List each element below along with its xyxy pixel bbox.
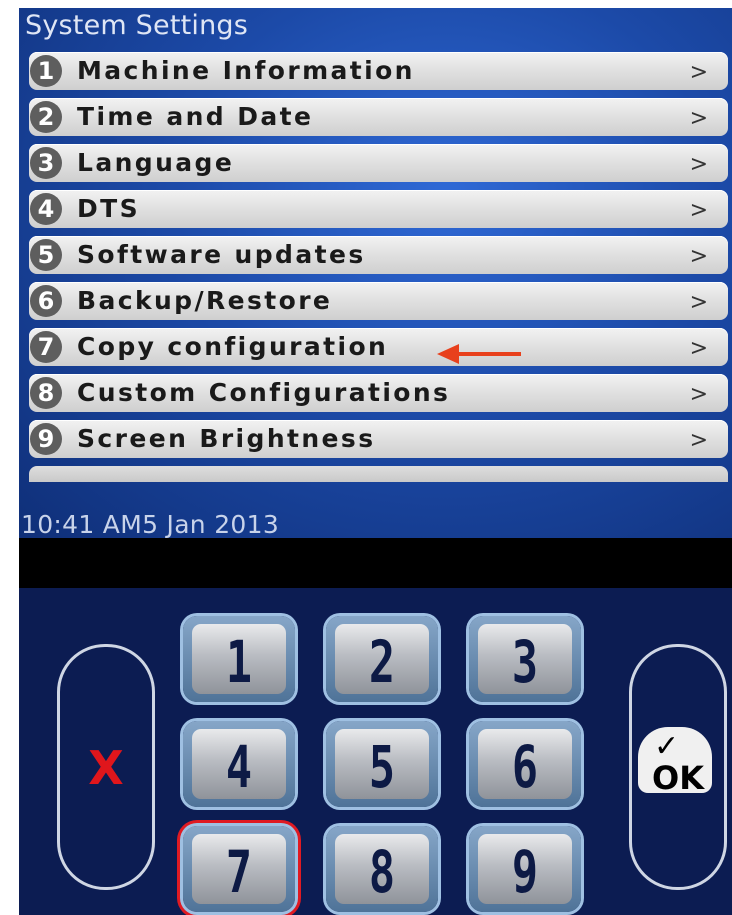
menu-item-backup-restore[interactable]: 6 Backup/Restore > bbox=[29, 282, 728, 320]
chevron-right-icon: > bbox=[689, 244, 708, 269]
key-digit: 9 bbox=[511, 838, 539, 906]
menu-item-time-and-date[interactable]: 2 Time and Date > bbox=[29, 98, 728, 136]
key-digit: 1 bbox=[225, 628, 253, 696]
chevron-right-icon: > bbox=[689, 152, 708, 177]
menu-item-label: Copy configuration bbox=[77, 332, 389, 361]
number-badge: 5 bbox=[30, 239, 62, 271]
key-3[interactable]: 3 bbox=[469, 616, 581, 702]
menu-item-label: Custom Configurations bbox=[77, 378, 451, 407]
menu-item-machine-information[interactable]: 1 Machine Information > bbox=[29, 52, 728, 90]
number-badge: 2 bbox=[30, 101, 62, 133]
key-digit: 4 bbox=[225, 733, 253, 801]
chevron-right-icon: > bbox=[689, 106, 708, 131]
menu-item-partial[interactable] bbox=[29, 466, 728, 482]
key-digit: 5 bbox=[368, 733, 396, 801]
settings-menu: 1 Machine Information > 2 Time and Date … bbox=[29, 52, 728, 466]
key-9[interactable]: 9 bbox=[469, 826, 581, 912]
menu-item-custom-configurations[interactable]: 8 Custom Configurations > bbox=[29, 374, 728, 412]
menu-item-label: Screen Brightness bbox=[77, 424, 376, 453]
number-badge: 1 bbox=[30, 55, 62, 87]
key-5[interactable]: 5 bbox=[326, 721, 438, 807]
key-6[interactable]: 6 bbox=[469, 721, 581, 807]
screen-bezel bbox=[19, 538, 732, 588]
menu-item-screen-brightness[interactable]: 9 Screen Brightness > bbox=[29, 420, 728, 458]
number-badge: 3 bbox=[30, 147, 62, 179]
ok-label: OK bbox=[652, 759, 704, 797]
key-1[interactable]: 1 bbox=[183, 616, 295, 702]
chevron-right-icon: > bbox=[689, 336, 708, 361]
key-digit: 6 bbox=[511, 733, 539, 801]
menu-item-label: Backup/Restore bbox=[77, 286, 333, 315]
number-badge: 8 bbox=[30, 377, 62, 409]
key-2[interactable]: 2 bbox=[326, 616, 438, 702]
number-badge: 7 bbox=[30, 331, 62, 363]
chevron-right-icon: > bbox=[689, 290, 708, 315]
chevron-right-icon: > bbox=[689, 60, 708, 85]
number-badge: 6 bbox=[30, 285, 62, 317]
menu-item-label: Time and Date bbox=[77, 102, 314, 131]
screen-title: System Settings bbox=[25, 10, 249, 41]
key-digit: 2 bbox=[368, 628, 396, 696]
menu-item-label: DTS bbox=[77, 194, 141, 223]
keypad-panel: X ✓ OK 1 2 3 4 5 6 7 8 9 bbox=[19, 588, 732, 915]
settings-screen: System Settings 1 Machine Information > … bbox=[19, 8, 732, 538]
key-digit: 8 bbox=[368, 838, 396, 906]
red-arrow-left-icon bbox=[437, 344, 521, 364]
key-8[interactable]: 8 bbox=[326, 826, 438, 912]
menu-item-language[interactable]: 3 Language > bbox=[29, 144, 728, 182]
menu-item-label: Language bbox=[77, 148, 235, 177]
menu-item-dts[interactable]: 4 DTS > bbox=[29, 190, 728, 228]
ok-button[interactable]: ✓ OK bbox=[629, 644, 727, 890]
menu-item-label: Software updates bbox=[77, 240, 366, 269]
key-digit: 3 bbox=[511, 628, 539, 696]
menu-item-copy-configuration[interactable]: 7 Copy configuration > bbox=[29, 328, 728, 366]
key-7[interactable]: 7 bbox=[183, 826, 295, 912]
cancel-x-icon: X bbox=[88, 741, 124, 795]
key-4[interactable]: 4 bbox=[183, 721, 295, 807]
menu-item-label: Machine Information bbox=[77, 56, 415, 85]
number-badge: 4 bbox=[30, 193, 62, 225]
status-datetime: 10:41 AM5 Jan 2013 bbox=[21, 510, 280, 538]
chevron-right-icon: > bbox=[689, 198, 708, 223]
chevron-right-icon: > bbox=[689, 382, 708, 407]
menu-item-software-updates[interactable]: 5 Software updates > bbox=[29, 236, 728, 274]
cancel-button[interactable]: X bbox=[57, 644, 155, 890]
number-badge: 9 bbox=[30, 423, 62, 455]
chevron-right-icon: > bbox=[689, 428, 708, 453]
key-digit: 7 bbox=[225, 838, 253, 906]
